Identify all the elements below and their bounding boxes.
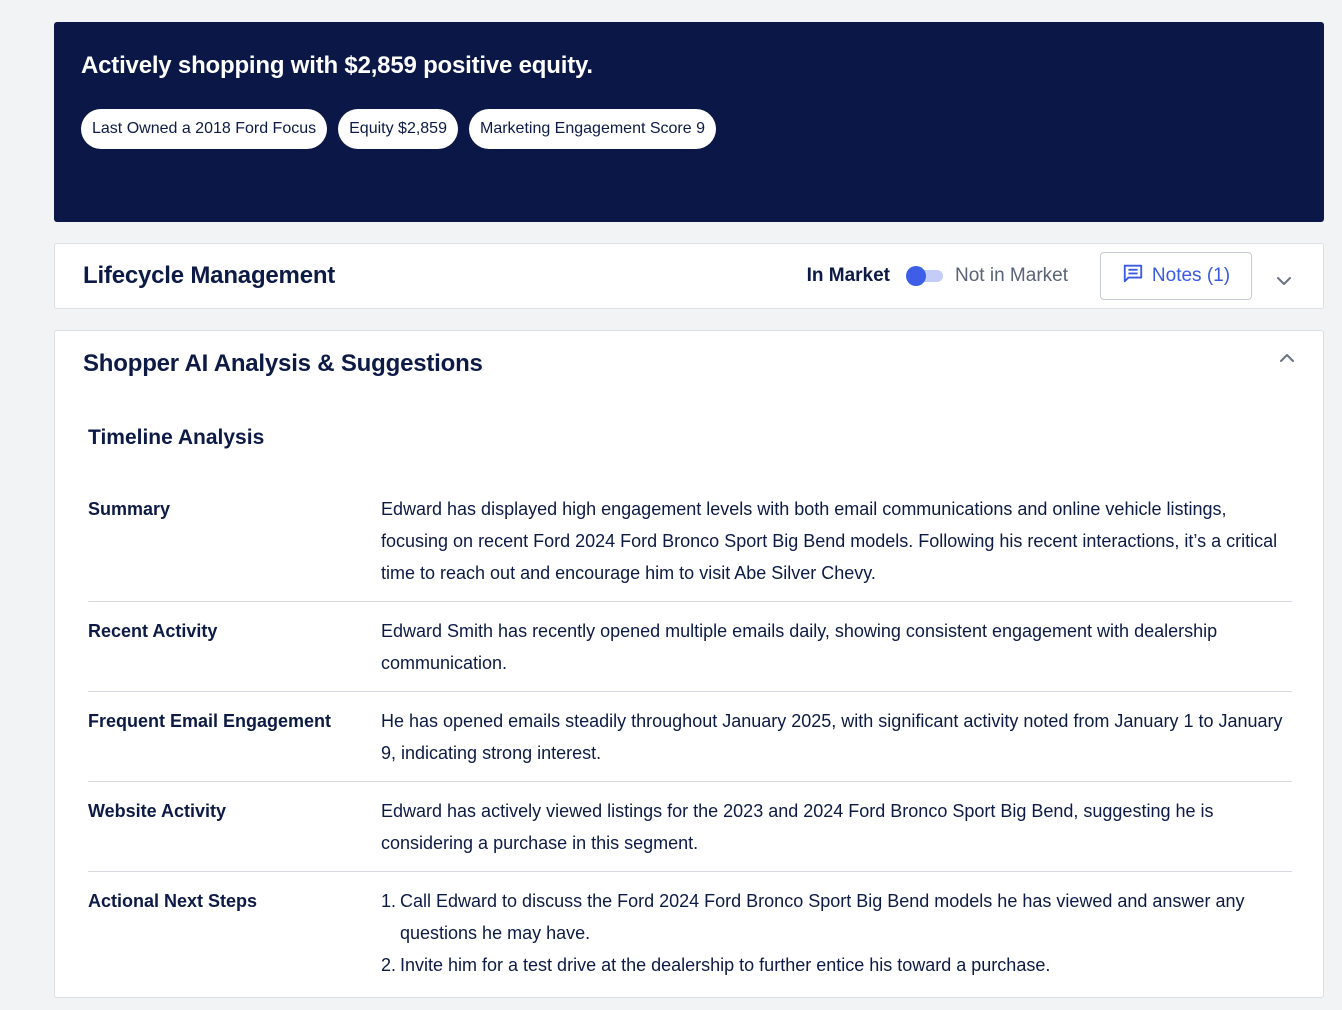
row-value: Edward Smith has recently opened multipl… <box>381 621 1218 673</box>
list-item: 1. Call Edward to discuss the Ford 2024 … <box>381 885 1292 949</box>
row-label: Frequent Email Engagement <box>88 711 332 731</box>
banner-title: Actively shopping with $2,859 positive e… <box>81 52 593 79</box>
row-value: Edward has displayed high engagement lev… <box>381 499 1278 583</box>
notes-button[interactable]: Notes (1) <box>1100 252 1252 300</box>
analysis-title: Shopper AI Analysis & Suggestions <box>83 350 483 377</box>
lifecycle-title: Lifecycle Management <box>83 262 336 289</box>
toggle-knob <box>906 266 927 286</box>
lifecycle-controls: In Market Not in Market Notes (1) <box>807 251 1297 301</box>
row-value: He has opened emails steadily throughout… <box>381 711 1283 763</box>
row-label: Actional Next Steps <box>88 891 258 911</box>
row-value: Edward has actively viewed listings for … <box>381 801 1214 853</box>
timeline-analysis-heading: Timeline Analysis <box>88 426 265 449</box>
summary-banner: Actively shopping with $2,859 positive e… <box>54 22 1324 222</box>
table-row-next-steps: Actional Next Steps 1. Call Edward to di… <box>88 872 1292 993</box>
comment-icon <box>1122 262 1144 290</box>
not-in-market-label: Not in Market <box>955 265 1068 286</box>
chevron-down-icon <box>1276 273 1292 291</box>
chevron-up-icon <box>1279 350 1295 368</box>
analysis-table: Summary Edward has displayed high engage… <box>88 480 1292 993</box>
in-market-label: In Market <box>806 265 891 286</box>
table-row: Website Activity Edward has actively vie… <box>88 782 1292 872</box>
market-status-toggle[interactable] <box>906 266 945 286</box>
list-item: 2. Invite him for a test drive at the de… <box>381 949 1292 981</box>
table-row: Summary Edward has displayed high engage… <box>88 480 1292 602</box>
table-row: Frequent Email Engagement He has opened … <box>88 692 1292 782</box>
chip-list: Last Owned a 2018 Ford Focus Equity $2,8… <box>81 109 1297 149</box>
row-label: Recent Activity <box>88 621 218 641</box>
shopper-ai-analysis-panel: Shopper AI Analysis & Suggestions Timeli… <box>54 330 1324 998</box>
list-number: 2. <box>381 955 397 975</box>
chip-equity: Equity $2,859 <box>338 109 458 149</box>
next-steps-list: 1. Call Edward to discuss the Ford 2024 … <box>381 885 1292 981</box>
row-label: Summary <box>88 499 171 519</box>
table-row: Recent Activity Edward Smith has recentl… <box>88 602 1292 692</box>
chip-engagement-score: Marketing Engagement Score 9 <box>468 109 716 149</box>
row-value: 1. Call Edward to discuss the Ford 2024 … <box>381 885 1292 981</box>
row-label: Website Activity <box>88 801 227 821</box>
list-number: 1. <box>381 891 397 911</box>
lifecycle-management-panel: Lifecycle Management In Market Not in Ma… <box>54 243 1324 309</box>
list-text: Call Edward to discuss the Ford 2024 For… <box>400 891 1245 943</box>
notes-button-label: Notes (1) <box>1151 265 1231 286</box>
expand-lifecycle-button[interactable] <box>1271 269 1297 295</box>
chip-last-owned: Last Owned a 2018 Ford Focus <box>81 109 328 149</box>
list-text: Invite him for a test drive at the deale… <box>400 955 1051 975</box>
collapse-analysis-button[interactable] <box>1275 347 1299 371</box>
